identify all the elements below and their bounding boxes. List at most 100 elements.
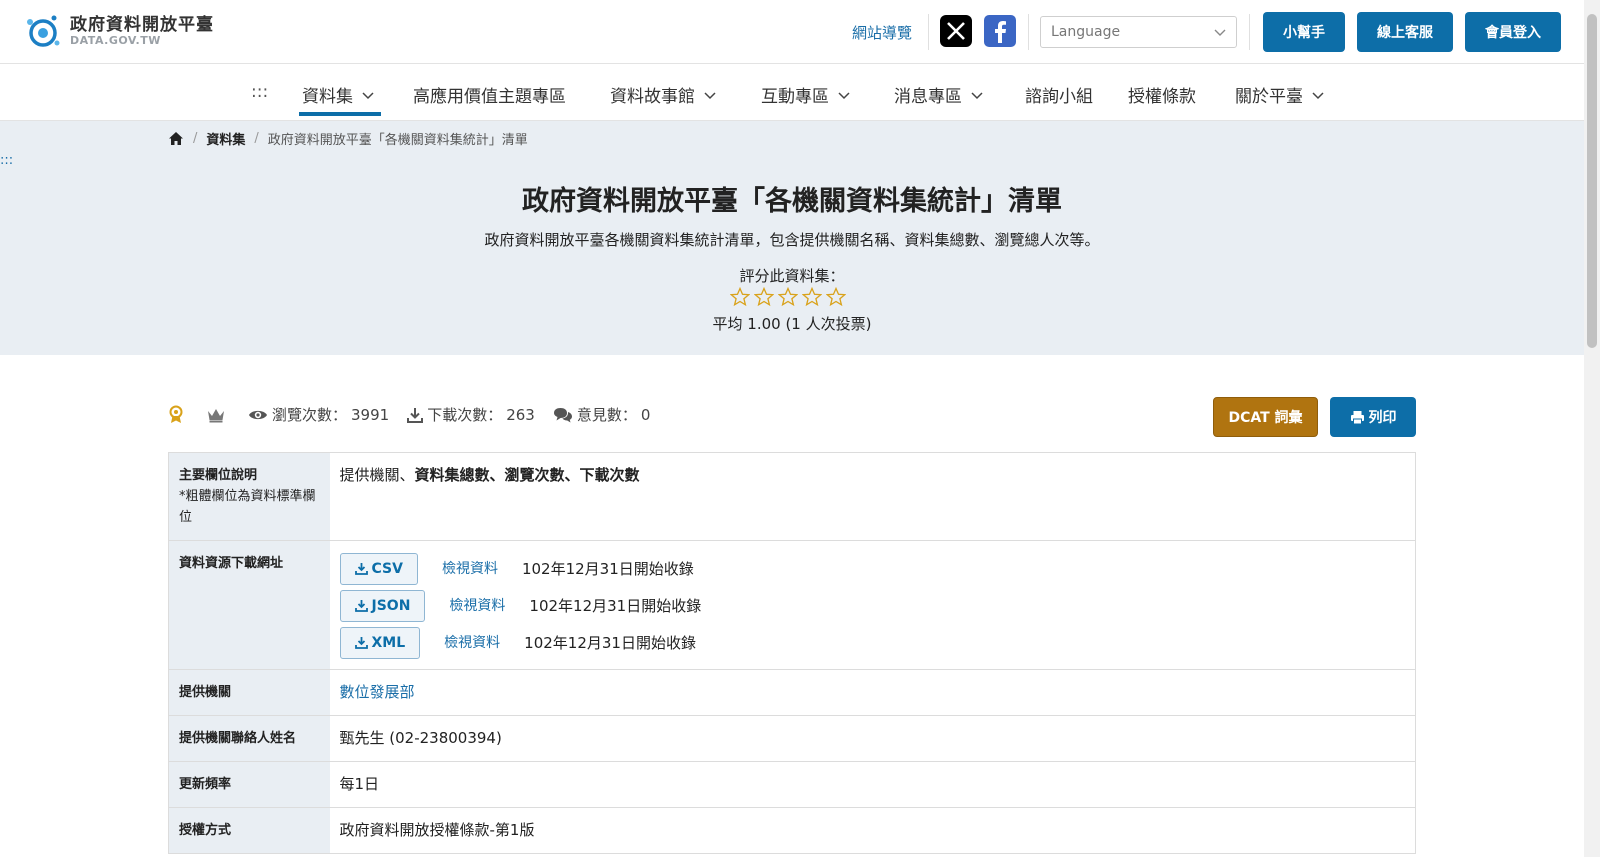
dataset-hero: / 資料集 / 政府資料開放平臺「各機關資料集統計」清單 ::: 政府資料開放平… [0,121,1584,355]
language-select[interactable]: Language [1040,16,1237,48]
collected-since: 102年12月31日開始收錄 [521,559,694,578]
scrollbar-thumb[interactable] [1587,14,1597,348]
print-label: 列印 [1368,410,1397,426]
format-label: CSV [371,560,403,577]
collected-since: 102年12月31日開始收錄 [524,633,696,652]
resource-item: XML 檢視資料 102年12月31日開始收錄 [339,624,1406,661]
logo-icon [24,12,62,50]
row-header: 主要欄位說明 *粗體欄位為資料標準欄位 [168,452,330,541]
view-data-link[interactable]: 檢視資料 [442,557,498,581]
breadcrumb-separator: / [254,131,259,146]
nav-item-high-value[interactable]: 高應用價值主題專區 [413,82,566,107]
contact-value: 甄先生 (02-23800394) [329,715,1416,762]
downloads-label: 下載次數： [427,406,503,424]
contact-label: 提供機關聯絡人姓名 [168,715,330,762]
table-row: 提供機關聯絡人姓名 甄先生 (02-23800394) [168,715,1416,762]
chevron-down-icon [1214,29,1226,36]
download-json-button[interactable]: JSON [339,589,426,622]
view-data-link[interactable]: 檢視資料 [449,594,505,618]
helper-button[interactable]: 小幫手 [1263,12,1345,52]
resource-item: CSV 檢視資料 102年12月31日開始收錄 [339,550,1406,587]
views-label: 瀏覽次數： [272,406,348,424]
nav-item-advisory[interactable]: 諮詢小組 [1025,82,1093,107]
license-value: 政府資料開放授權條款-第1版 [329,807,1416,854]
dcat-vocabulary-button[interactable]: DCAT 詞彙 [1213,397,1318,437]
chevron-down-icon [1312,91,1324,99]
download-xml-button[interactable]: XML [339,626,421,659]
nav-item-stories[interactable]: 資料故事館 [610,82,717,107]
resources-value: CSV 檢視資料 102年12月31日開始收錄 JSON 檢視資料 102年12… [329,540,1416,670]
comments-icon [553,407,572,422]
star-icon[interactable] [778,287,798,307]
print-button[interactable]: 列印 [1330,397,1416,437]
star-icon[interactable] [826,287,846,307]
nav-item-label: 關於平臺 [1235,87,1303,107]
nav-item-datasets[interactable]: 資料集 [302,82,375,107]
nav-item-label: 資料集 [302,87,353,107]
nav-item-label: 諮詢小組 [1025,87,1093,107]
facebook-icon[interactable] [984,15,1016,47]
nav-accesskey[interactable]: ::: [251,82,268,102]
breadcrumb-datasets[interactable]: 資料集 [206,129,245,148]
main-fields-bold: 資料集總數、瀏覽次數、下載次數 [414,466,640,484]
nav-item-about[interactable]: 關於平臺 [1235,82,1325,107]
dataset-description: 政府資料開放平臺各機關資料集統計清單，包含提供機關名稱、資料集總數、瀏覽總人次等… [484,231,1100,249]
table-row: 更新頻率 每1日 [168,761,1416,808]
star-icon[interactable] [802,287,822,307]
logo-subtitle: DATA.GOV.TW [70,34,161,47]
main-fields-value: 提供機關、資料集總數、瀏覽次數、下載次數 [329,452,1416,541]
comments-label: 意見數： [576,406,637,424]
site-logo[interactable]: 政府資料開放平臺 DATA.GOV.TW [24,12,214,50]
chevron-down-icon [362,91,374,99]
download-icon [354,637,368,649]
download-icon [407,407,424,423]
view-data-link[interactable]: 檢視資料 [444,631,500,655]
chevron-down-icon [971,91,983,99]
frequency-value: 每1日 [329,761,1416,808]
rating-average: 平均 1.00 (1 人次投票) [712,315,872,333]
award-badge-icon [169,405,183,423]
star-icon[interactable] [730,287,750,307]
nav-item-license[interactable]: 授權條款 [1128,82,1196,107]
download-csv-button[interactable]: CSV [339,552,418,585]
language-placeholder: Language [1051,24,1121,40]
star-icon[interactable] [754,287,774,307]
nav-item-label: 互動專區 [761,87,829,107]
site-header: 政府資料開放平臺 DATA.GOV.TW 網站導覽 Language 小幫手 線… [0,0,1584,64]
nav-active-indicator [299,112,381,116]
nav-item-label: 授權條款 [1128,87,1196,107]
nav-item-interaction[interactable]: 互動專區 [761,82,851,107]
divider [928,14,929,50]
x-twitter-icon[interactable] [940,15,972,47]
member-login-button[interactable]: 會員登入 [1465,12,1561,52]
breadcrumb: / 資料集 / 政府資料開放平臺「各機關資料集統計」清單 [168,129,528,148]
provider-link[interactable]: 數位發展部 [340,683,415,701]
home-icon[interactable] [168,131,184,146]
download-icon [354,600,368,612]
online-support-button[interactable]: 線上客服 [1357,12,1453,52]
downloads-count: 263 [506,405,535,424]
comments-count: 0 [640,405,651,424]
divider [1028,14,1029,50]
main-fields-plain: 提供機關、 [339,466,415,484]
eye-icon [249,410,267,419]
dataset-info-table: 主要欄位說明 *粗體欄位為資料標準欄位 提供機關、資料集總數、瀏覽次數、下載次數… [168,452,1416,854]
frequency-label: 更新頻率 [168,761,330,808]
chevron-down-icon [838,91,850,99]
page-title: 政府資料開放平臺「各機關資料集統計」清單 [522,186,1062,217]
download-icon [354,563,368,575]
rate-label: 評分此資料集： [739,267,845,285]
table-row: 主要欄位說明 *粗體欄位為資料標準欄位 提供機關、資料集總數、瀏覽次數、下載次數 [168,452,1416,541]
format-label: JSON [371,597,411,614]
license-label: 授權方式 [168,807,330,854]
page-scrollbar[interactable] [1584,0,1600,857]
chevron-down-icon [704,91,716,99]
dataset-stats: 瀏覽次數： 3991 下載次數： 263 意見數： 0 [168,404,668,425]
provider-label: 提供機關 [168,669,330,716]
rating-stars [730,287,846,307]
site-navigation-link[interactable]: 網站導覽 [852,22,912,43]
nav-item-label: 消息專區 [894,87,962,107]
nav-item-news[interactable]: 消息專區 [894,82,984,107]
content-accesskey[interactable]: ::: [0,153,13,168]
breadcrumb-separator: / [193,131,198,146]
